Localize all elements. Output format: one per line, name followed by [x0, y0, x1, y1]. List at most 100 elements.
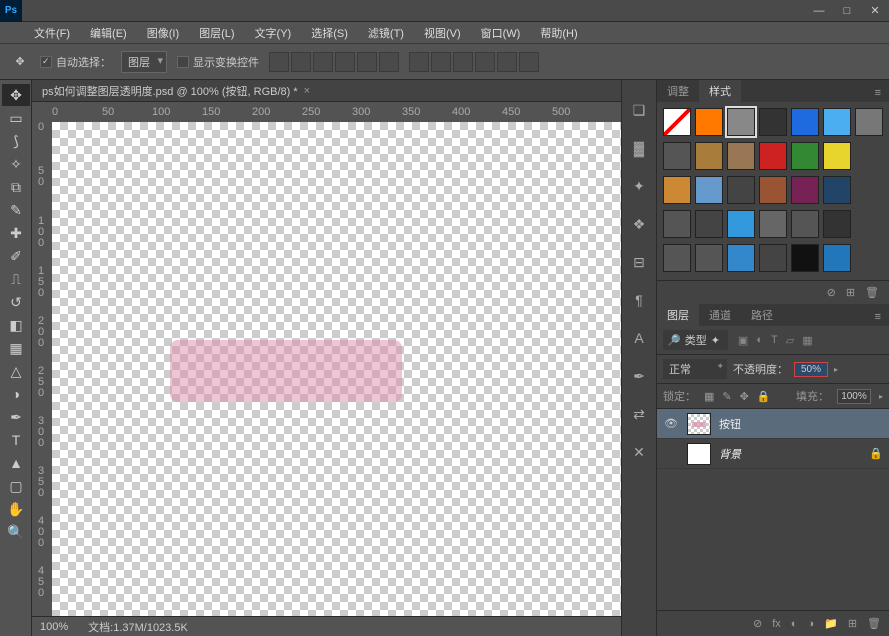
- style-swatch[interactable]: [727, 108, 755, 136]
- mask-icon[interactable]: ◐: [791, 618, 798, 630]
- align-btn[interactable]: [357, 52, 377, 72]
- layer-thumbnail[interactable]: [687, 413, 711, 435]
- tab-layers[interactable]: 图层: [657, 304, 699, 326]
- hand-tool[interactable]: ✋: [2, 498, 30, 520]
- style-swatch[interactable]: [759, 210, 787, 238]
- menu-window[interactable]: 窗口(W): [475, 23, 527, 43]
- style-swatch[interactable]: [823, 108, 851, 136]
- style-swatch[interactable]: [823, 142, 851, 170]
- opacity-input[interactable]: [794, 362, 828, 377]
- align-btn[interactable]: [269, 52, 289, 72]
- menu-type[interactable]: 文字(Y): [249, 23, 298, 43]
- tab-adjustments[interactable]: 调整: [657, 80, 699, 102]
- crop-tool[interactable]: ⧉: [2, 176, 30, 198]
- lock-all-icon[interactable]: 🔒: [757, 390, 771, 403]
- link-icon[interactable]: ⊘: [753, 617, 762, 630]
- menu-edit[interactable]: 编辑(E): [84, 23, 133, 43]
- align-btn[interactable]: [379, 52, 399, 72]
- stamp-tool[interactable]: ⎍: [2, 268, 30, 290]
- path-select-tool[interactable]: ▲: [2, 452, 30, 474]
- style-swatch[interactable]: [663, 176, 691, 204]
- style-swatch[interactable]: [663, 142, 691, 170]
- lock-position-icon[interactable]: ✥: [740, 390, 749, 403]
- style-swatch[interactable]: [791, 210, 819, 238]
- menu-filter[interactable]: 滤镜(T): [362, 23, 410, 43]
- maximize-button[interactable]: □: [833, 0, 861, 22]
- new-style-icon[interactable]: ⊞: [846, 286, 855, 299]
- lock-pixel-icon[interactable]: ✎: [722, 390, 731, 403]
- layer-item[interactable]: 👁 按钮: [657, 409, 889, 439]
- healing-tool[interactable]: ✚: [2, 222, 30, 244]
- lasso-tool[interactable]: ⟆: [2, 130, 30, 152]
- distribute-btn[interactable]: [519, 52, 539, 72]
- clear-style-icon[interactable]: ⊘: [827, 286, 836, 299]
- ruler-vertical[interactable]: 0 50 100 150 200 250 300 350 400 450: [32, 122, 52, 616]
- filter-pixel-icon[interactable]: ▣: [738, 334, 748, 347]
- delete-style-icon[interactable]: 🗑: [865, 286, 879, 299]
- filter-shape-icon[interactable]: ▱: [786, 334, 794, 347]
- type-tool[interactable]: T: [2, 429, 30, 451]
- style-swatch[interactable]: [791, 176, 819, 204]
- panel-icon[interactable]: ¶: [629, 290, 649, 310]
- style-swatch[interactable]: [663, 210, 691, 238]
- style-swatch[interactable]: [695, 108, 723, 136]
- style-swatch[interactable]: [823, 176, 851, 204]
- filter-smart-icon[interactable]: ▦: [802, 334, 812, 347]
- magic-wand-tool[interactable]: ✧: [2, 153, 30, 175]
- eyedropper-tool[interactable]: ✎: [2, 199, 30, 221]
- layer-thumbnail[interactable]: [687, 443, 711, 465]
- blend-mode-select[interactable]: 正常: [663, 359, 727, 379]
- close-button[interactable]: ✕: [861, 0, 889, 22]
- pen-tool[interactable]: ✒: [2, 406, 30, 428]
- align-btn[interactable]: [313, 52, 333, 72]
- style-swatch[interactable]: [695, 142, 723, 170]
- minimize-button[interactable]: —: [805, 0, 833, 22]
- layer-kind-select[interactable]: 🔎 类型 ✦: [663, 330, 728, 350]
- fill-stepper[interactable]: ▸: [879, 392, 883, 401]
- panel-icon[interactable]: ❏: [629, 100, 649, 120]
- tab-close-icon[interactable]: ×: [304, 85, 310, 97]
- panel-icon[interactable]: ✦: [629, 176, 649, 196]
- style-swatch[interactable]: [695, 176, 723, 204]
- distribute-btn[interactable]: [497, 52, 517, 72]
- style-swatch[interactable]: [727, 176, 755, 204]
- distribute-btn[interactable]: [409, 52, 429, 72]
- style-swatch[interactable]: [727, 244, 755, 272]
- align-btn[interactable]: [335, 52, 355, 72]
- distribute-btn[interactable]: [453, 52, 473, 72]
- style-swatch[interactable]: [695, 210, 723, 238]
- fill-input[interactable]: [837, 389, 871, 404]
- tab-paths[interactable]: 路径: [741, 304, 783, 326]
- dodge-tool[interactable]: ◑: [2, 383, 30, 405]
- align-btn[interactable]: [291, 52, 311, 72]
- gradient-tool[interactable]: ▦: [2, 337, 30, 359]
- panel-icon[interactable]: ✒: [629, 366, 649, 386]
- panel-icon[interactable]: ❖: [629, 214, 649, 234]
- panel-icon[interactable]: ⊟: [629, 252, 649, 272]
- document-tab[interactable]: ps如何调整图层透明度.psd @ 100% (按钮, RGB/8) * ×: [32, 80, 621, 102]
- menu-view[interactable]: 视图(V): [418, 23, 467, 43]
- ruler-horizontal[interactable]: 0 50 100 150 200 250 300 350 400 450 500: [52, 102, 621, 122]
- menu-image[interactable]: 图像(I): [141, 23, 185, 43]
- style-swatch[interactable]: [791, 108, 819, 136]
- style-swatch[interactable]: [759, 108, 787, 136]
- opacity-stepper[interactable]: ▸: [834, 365, 838, 374]
- visibility-icon[interactable]: 👁: [663, 417, 679, 430]
- filter-type-icon[interactable]: T: [771, 334, 778, 347]
- zoom-level[interactable]: 100%: [40, 621, 68, 633]
- layer-name[interactable]: 按钮: [719, 416, 741, 432]
- brush-tool[interactable]: ✐: [2, 245, 30, 267]
- style-swatch[interactable]: [791, 142, 819, 170]
- menu-file[interactable]: 文件(F): [28, 23, 76, 43]
- marquee-tool[interactable]: ▭: [2, 107, 30, 129]
- tab-channels[interactable]: 通道: [699, 304, 741, 326]
- panel-icon[interactable]: ⇄: [629, 404, 649, 424]
- show-transform-checkbox[interactable]: 显示变换控件: [177, 54, 259, 70]
- filter-adjust-icon[interactable]: ◐: [756, 334, 763, 347]
- layer-name[interactable]: 背景: [719, 446, 741, 462]
- distribute-btn[interactable]: [431, 52, 451, 72]
- style-swatch[interactable]: [727, 210, 755, 238]
- style-swatch[interactable]: [823, 210, 851, 238]
- group-icon[interactable]: 📁: [824, 617, 838, 630]
- lock-trans-icon[interactable]: ▦: [704, 390, 714, 403]
